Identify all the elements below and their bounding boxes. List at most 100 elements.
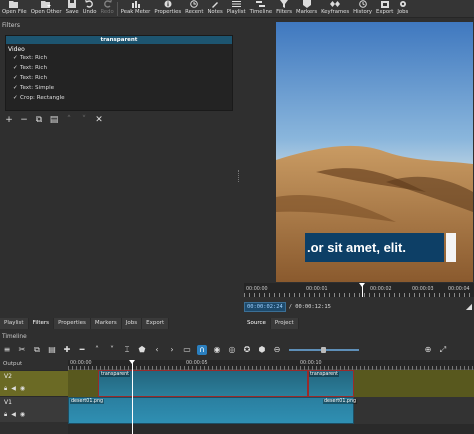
- keyframes-label: Keyframes: [321, 9, 350, 15]
- zoom-fit-icon[interactable]: ⤢: [438, 345, 448, 355]
- zoom-slider[interactable]: [289, 346, 359, 353]
- keyframes-button[interactable]: Keyframes: [319, 0, 351, 18]
- overwrite-icon[interactable]: ˅: [107, 345, 117, 355]
- shield-icon[interactable]: ⬢: [257, 345, 267, 355]
- append-icon[interactable]: ✚: [62, 345, 72, 355]
- checkmark-icon[interactable]: ✓: [13, 63, 20, 73]
- notes-icon: [210, 0, 220, 8]
- add-filter-icon[interactable]: +: [4, 115, 14, 125]
- filter-item[interactable]: ✓ Text: Rich: [6, 73, 232, 83]
- undo-button[interactable]: Undo: [81, 0, 99, 18]
- move-up-icon[interactable]: ˄: [64, 115, 74, 125]
- recent-button[interactable]: Recent: [183, 0, 205, 18]
- checkmark-icon[interactable]: ✓: [13, 93, 20, 103]
- notes-button[interactable]: Notes: [205, 0, 224, 18]
- filter-item[interactable]: ✓ Text: Rich: [6, 63, 232, 73]
- clip[interactable]: transparent: [308, 370, 354, 397]
- history-icon: [358, 0, 368, 8]
- save-button[interactable]: Save: [64, 0, 81, 18]
- tab-playlist[interactable]: Playlist: [0, 318, 29, 329]
- tab-source[interactable]: Source: [243, 318, 271, 329]
- splitter-grip[interactable]: [238, 170, 240, 182]
- markers-button[interactable]: Markers: [294, 0, 319, 18]
- video-caption: .or sit amet, elit.: [305, 233, 444, 262]
- filter-item[interactable]: ✓ Text: Simple: [6, 83, 232, 93]
- filter-item[interactable]: ✓ Text: Rich: [6, 53, 232, 63]
- redo-button[interactable]: Redo: [98, 0, 115, 18]
- eye-icon[interactable]: ◉: [20, 411, 25, 419]
- notes-label: Notes: [207, 9, 223, 15]
- clip-label: desert01.png: [70, 399, 105, 404]
- player-playhead[interactable]: [362, 283, 363, 297]
- tab-filters[interactable]: Filters: [28, 318, 55, 329]
- paste-filter-icon[interactable]: ▤: [49, 115, 59, 125]
- clip-label: transparent: [309, 372, 340, 377]
- playlist-button[interactable]: Playlist: [225, 0, 248, 18]
- recent-icon: [189, 0, 199, 8]
- ripple-all-icon[interactable]: ✪: [242, 345, 252, 355]
- lift-icon[interactable]: ˄: [92, 345, 102, 355]
- eye-icon[interactable]: ◉: [20, 385, 25, 393]
- clip[interactable]: desert01.png desert01.png: [68, 397, 358, 424]
- snap-icon[interactable]: ∩: [197, 344, 207, 355]
- filters-button[interactable]: Filters: [274, 0, 294, 18]
- ruler-marks: [244, 293, 474, 297]
- timeline-button[interactable]: Timeline: [248, 0, 275, 18]
- tab-project[interactable]: Project: [270, 318, 299, 329]
- checkmark-icon[interactable]: ✓: [13, 83, 20, 93]
- output-label: Output: [3, 361, 23, 367]
- menu-icon[interactable]: ≡: [2, 345, 12, 355]
- clip[interactable]: transparent: [98, 370, 308, 397]
- next-marker-icon[interactable]: ›: [167, 345, 177, 355]
- lock-icon[interactable]: 🔒︎: [4, 385, 7, 393]
- checkmark-icon[interactable]: ✓: [13, 53, 20, 63]
- volume-icon[interactable]: ◢: [466, 302, 472, 311]
- properties-button[interactable]: Properties: [152, 0, 183, 18]
- mute-icon[interactable]: ◀: [11, 385, 16, 393]
- ripple-icon[interactable]: ◎: [227, 345, 237, 355]
- ripple-markers-icon[interactable]: ▭: [182, 345, 192, 355]
- split-icon[interactable]: ⌶: [122, 345, 132, 355]
- remove-icon[interactable]: ━: [77, 345, 87, 355]
- checkmark-icon[interactable]: ✓: [13, 73, 20, 83]
- filter-item[interactable]: ✓ Crop: Rectangle: [6, 93, 232, 103]
- export-button[interactable]: Export: [374, 0, 395, 18]
- marker-icon[interactable]: ⬟: [137, 345, 147, 355]
- paste-icon[interactable]: ▤: [47, 345, 57, 355]
- tab-jobs[interactable]: Jobs: [121, 318, 143, 329]
- tab-markers[interactable]: Markers: [90, 318, 122, 329]
- zoom-in-icon[interactable]: ⊕: [423, 345, 433, 355]
- history-button[interactable]: History: [351, 0, 374, 18]
- player-ruler[interactable]: 00:00:00 00:00:01 00:00:02 00:00:03 00:0…: [244, 283, 474, 297]
- remove-filter-icon[interactable]: −: [19, 115, 29, 125]
- copy-icon[interactable]: ⧉: [32, 345, 42, 355]
- cut-icon[interactable]: ✂: [17, 345, 27, 355]
- track-lane-v1[interactable]: desert01.png desert01.png: [68, 397, 474, 424]
- track-lane-v2[interactable]: transparent transparent: [68, 370, 474, 397]
- current-timecode-field[interactable]: 00:00:02:24: [244, 302, 286, 312]
- track-header-v1[interactable]: V1 🔒︎ ◀ ◉: [0, 396, 68, 422]
- jobs-button[interactable]: Jobs: [395, 0, 410, 18]
- dock-tabs-right: Source Project: [243, 318, 299, 329]
- previous-marker-icon[interactable]: ‹: [152, 345, 162, 355]
- move-down-icon[interactable]: ˅: [79, 115, 89, 125]
- filters-icon: [279, 0, 289, 8]
- close-filter-icon[interactable]: ✕: [94, 115, 104, 125]
- peak-meter-icon: [131, 0, 141, 8]
- zoom-slider-knob[interactable]: [321, 346, 326, 353]
- tab-properties[interactable]: Properties: [54, 318, 91, 329]
- peak-meter-button[interactable]: Peak Meter: [119, 0, 153, 18]
- mute-icon[interactable]: ◀: [11, 411, 16, 419]
- timeline-tracks[interactable]: 00:00:00 00:00:05 00:00:10 transparent t…: [68, 360, 474, 434]
- clip-label: transparent: [100, 372, 131, 377]
- open-file-button[interactable]: Open File: [0, 0, 29, 18]
- zoom-out-icon[interactable]: ⊖: [272, 345, 282, 355]
- lock-icon[interactable]: 🔒︎: [4, 411, 7, 419]
- timeline-playhead[interactable]: [132, 360, 133, 434]
- track-header-v2[interactable]: V2 🔒︎ ◀ ◉: [0, 370, 68, 396]
- timeline-icon: [256, 0, 266, 8]
- open-other-button[interactable]: Open Other: [29, 0, 64, 18]
- scrub-icon[interactable]: ◉: [212, 345, 222, 355]
- tab-export[interactable]: Export: [142, 318, 170, 329]
- copy-filter-icon[interactable]: ⧉: [34, 115, 44, 125]
